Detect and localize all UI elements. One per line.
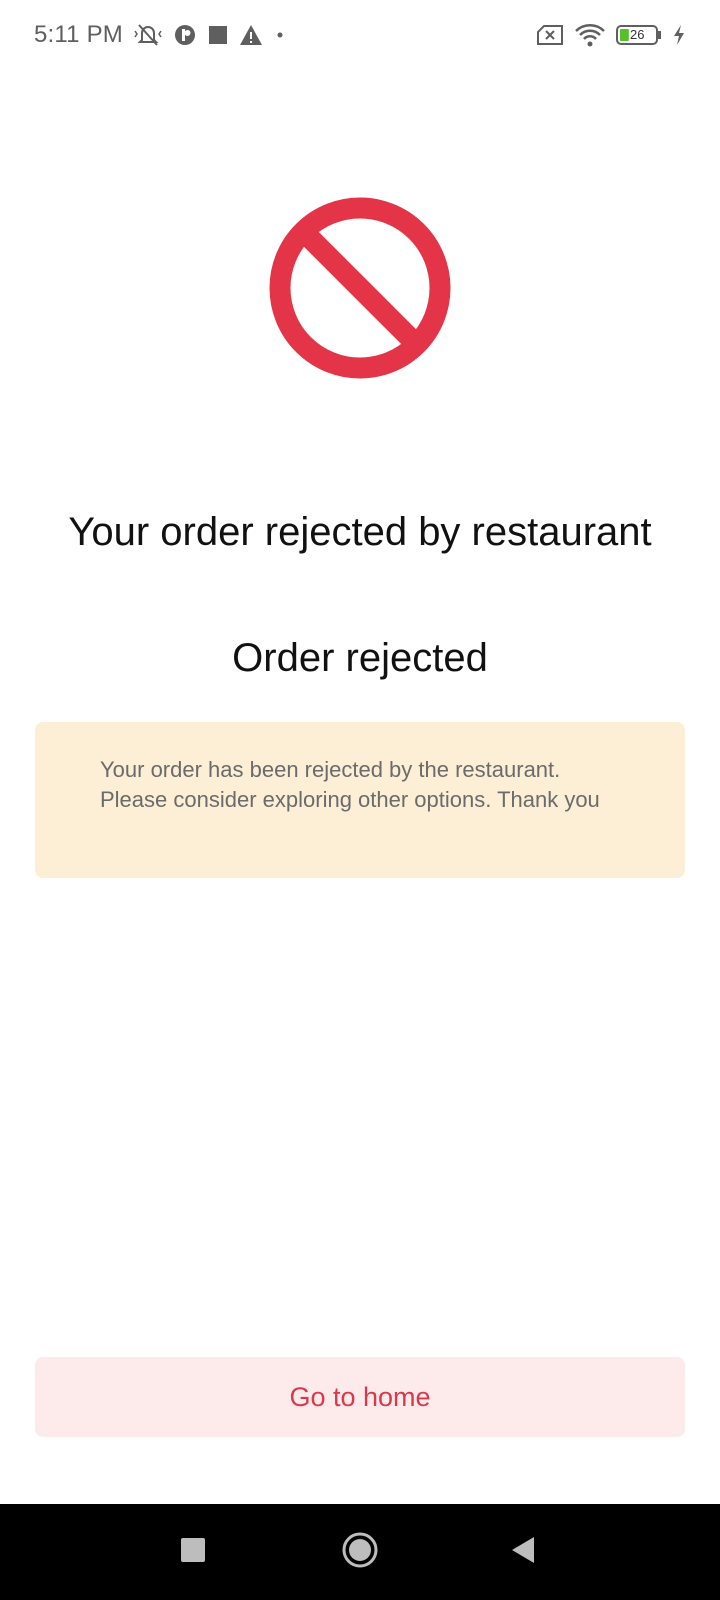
status-bar-right: 26 [536, 23, 686, 47]
battery-level: 26 [630, 27, 645, 42]
navigation-bar [0, 1504, 720, 1600]
screen: 5:11 PM 26 Your order rejected by restau… [0, 0, 720, 1600]
recents-button[interactable] [148, 1504, 238, 1600]
status-bar: 5:11 PM 26 [0, 0, 720, 70]
recents-icon [180, 1537, 206, 1568]
square-notification-icon [207, 24, 229, 46]
back-button[interactable] [478, 1504, 568, 1600]
app-notification-icon [173, 23, 197, 47]
dot-icon [273, 28, 287, 42]
vibrate-off-icon [133, 22, 163, 48]
battery-icon: 26 [616, 24, 662, 46]
status-bar-left: 5:11 PM [34, 21, 287, 49]
wifi-icon [574, 23, 606, 47]
no-sim-icon [536, 24, 564, 46]
status-time: 5:11 PM [34, 21, 123, 48]
home-nav-button[interactable] [315, 1504, 405, 1600]
prohibited-icon [269, 197, 451, 379]
warning-icon [239, 24, 263, 46]
notice-card: Your order has been rejected by the rest… [35, 722, 685, 878]
charging-icon [672, 24, 686, 46]
go-to-home-button[interactable]: Go to home [35, 1357, 685, 1437]
page-subtitle: Order rejected [232, 636, 488, 680]
page-title: Your order rejected by restaurant [68, 510, 652, 554]
back-icon [510, 1536, 536, 1569]
home-icon [341, 1531, 379, 1574]
notice-text: Your order has been rejected by the rest… [100, 757, 600, 812]
